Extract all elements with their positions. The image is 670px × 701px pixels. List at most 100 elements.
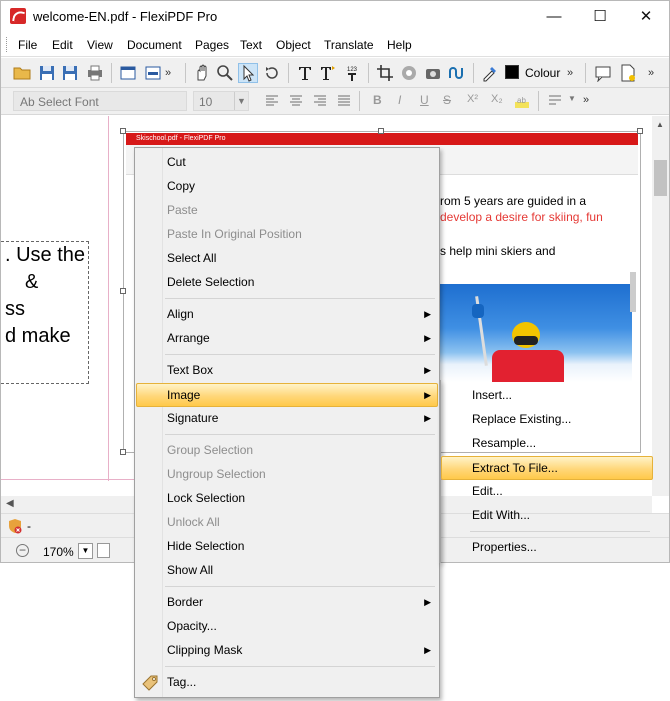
hand-tool-icon[interactable] [193, 64, 211, 82]
security-warning-icon[interactable] [7, 518, 23, 534]
subscript-button[interactable]: X₂ [491, 93, 503, 105]
save-icon[interactable] [38, 64, 56, 82]
submenu-item-resample[interactable]: Resample... [442, 432, 653, 456]
menu-item-signature[interactable]: Signature ▶ [137, 407, 437, 431]
zoom-dropdown-chevron-icon[interactable]: ▼ [78, 543, 93, 559]
submenu-item-edit-with[interactable]: Edit With... [442, 504, 653, 528]
resize-handle[interactable] [637, 128, 643, 134]
align-right-icon[interactable] [311, 92, 329, 110]
scroll-up-icon[interactable]: ▲ [656, 120, 664, 129]
toolbar-overflow-chevron-3[interactable]: » [648, 67, 654, 79]
menu-item-select-all[interactable]: Select All [137, 247, 437, 271]
menu-edit[interactable]: Edit [52, 38, 73, 52]
format-overflow-chevron[interactable]: » [583, 94, 589, 106]
form-view-icon[interactable] [144, 64, 162, 82]
menu-item-align[interactable]: Align ▶ [137, 303, 437, 327]
text-line: d make [5, 325, 71, 347]
minimize-button[interactable]: — [531, 1, 577, 32]
line-spacing-dropdown[interactable]: ▼ [568, 94, 576, 103]
scroll-left-icon[interactable]: ◀ [6, 498, 14, 509]
page-view-icon[interactable] [119, 64, 137, 82]
colour-label[interactable]: Colour [525, 66, 560, 80]
menu-item-clipping-mask[interactable]: Clipping Mask ▶ [137, 639, 437, 663]
skier-goggles [514, 336, 538, 345]
menu-item-unlock-all[interactable]: Unlock All [137, 511, 437, 535]
submenu-item-insert[interactable]: Insert... [442, 384, 653, 408]
highlight-icon[interactable]: ab [513, 92, 531, 110]
italic-button[interactable]: I [398, 93, 401, 107]
select-tool-icon[interactable] [238, 63, 258, 83]
comment-icon[interactable] [594, 64, 612, 82]
resize-handle[interactable] [378, 128, 384, 134]
menu-file[interactable]: File [18, 38, 37, 52]
menu-item-lock-selection[interactable]: Lock Selection [137, 487, 437, 511]
menu-item-text-box[interactable]: Text Box ▶ [137, 359, 437, 383]
menu-item-delete-selection[interactable]: Delete Selection [137, 271, 437, 295]
menu-item-paste[interactable]: Paste [137, 199, 437, 223]
menu-item-label: Delete Selection [167, 275, 255, 289]
menu-item-ungroup-selection[interactable]: Ungroup Selection [137, 463, 437, 487]
rotate-tool-icon[interactable] [263, 64, 281, 82]
submenu-item-edit[interactable]: Edit... [442, 480, 653, 504]
menu-view[interactable]: View [87, 38, 113, 52]
menu-item-show-all[interactable]: Show All [137, 559, 437, 583]
resize-handle[interactable] [120, 449, 126, 455]
open-folder-icon[interactable] [13, 64, 31, 82]
resize-handle[interactable] [120, 288, 126, 294]
justify-icon[interactable] [335, 92, 353, 110]
submenu-item-properties[interactable]: Properties... [442, 536, 653, 560]
scroll-thumb[interactable] [654, 160, 667, 196]
close-button[interactable]: ✕ [623, 1, 669, 32]
path-tool-icon[interactable] [448, 64, 466, 82]
bold-button[interactable]: B [373, 93, 382, 107]
underline-button[interactable]: U [420, 93, 429, 107]
resize-handle[interactable] [120, 128, 126, 134]
align-center-icon[interactable] [287, 92, 305, 110]
font-size-select[interactable]: 10 ▼ [193, 91, 249, 111]
chevron-down-icon[interactable]: ▼ [234, 92, 248, 110]
crop-icon[interactable] [376, 64, 394, 82]
strikethrough-button[interactable]: S [443, 93, 451, 107]
zoom-out-icon[interactable]: − [16, 544, 29, 557]
menu-item-hide-selection[interactable]: Hide Selection [137, 535, 437, 559]
menu-pages[interactable]: Pages [195, 38, 229, 52]
align-left-icon[interactable] [263, 92, 281, 110]
menu-item-opacity[interactable]: Opacity... [137, 615, 437, 639]
menu-item-label: Cut [167, 155, 186, 169]
eyedropper-icon[interactable] [481, 64, 499, 82]
menu-text[interactable]: Text [240, 38, 262, 52]
menu-translate[interactable]: Translate [324, 38, 374, 52]
menu-item-cut[interactable]: Cut [137, 151, 437, 175]
new-note-icon[interactable] [619, 64, 637, 82]
toolbar-overflow-chevron-2[interactable]: » [567, 67, 573, 79]
camera-icon[interactable] [424, 64, 442, 82]
image-tool-icon[interactable] [400, 64, 418, 82]
menu-help[interactable]: Help [387, 38, 412, 52]
menu-item-image[interactable]: Image ▶ [136, 383, 438, 407]
number-text-icon[interactable]: 123 [343, 64, 361, 82]
menu-item-copy[interactable]: Copy [137, 175, 437, 199]
submenu-item-extract-to-file[interactable]: Extract To File... [441, 456, 653, 480]
vertical-scrollbar[interactable]: ▲ [652, 116, 669, 496]
menu-item-border[interactable]: Border ▶ [137, 591, 437, 615]
toolbar-overflow-chevron[interactable]: » [165, 67, 171, 79]
menu-item-group-selection[interactable]: Group Selection [137, 439, 437, 463]
text-add-icon[interactable] [319, 64, 337, 82]
save-as-icon[interactable] [61, 64, 79, 82]
menu-object[interactable]: Object [276, 38, 311, 52]
font-select[interactable]: Ab Select Font [13, 91, 187, 111]
print-icon[interactable] [86, 64, 104, 82]
maximize-button[interactable]: ☐ [577, 1, 623, 32]
menu-item-tag[interactable]: Tag... [137, 671, 437, 695]
menu-document[interactable]: Document [127, 38, 182, 52]
zoom-tool-icon[interactable] [216, 64, 234, 82]
line-spacing-icon[interactable] [546, 92, 564, 110]
menu-item-arrange[interactable]: Arrange ▶ [137, 327, 437, 351]
text-tool-icon[interactable] [296, 64, 314, 82]
submenu-item-replace-existing[interactable]: Replace Existing... [442, 408, 653, 432]
zoom-fit-button[interactable] [97, 543, 110, 558]
text-frame[interactable]: . Use the & ss d make [1, 241, 89, 384]
menu-item-paste-in-original-position[interactable]: Paste In Original Position [137, 223, 437, 247]
colour-swatch[interactable] [505, 65, 519, 79]
superscript-button[interactable]: X² [467, 93, 478, 105]
